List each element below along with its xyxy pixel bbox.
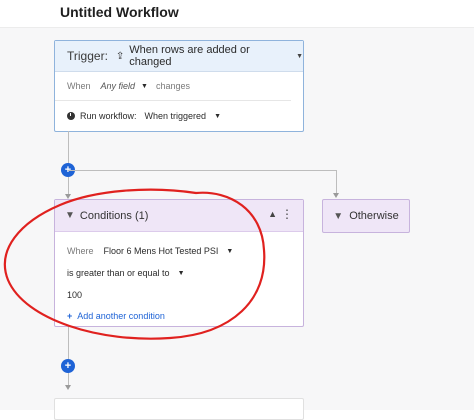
upload-icon: ⇪ — [115, 50, 125, 62]
trigger-label: Trigger: — [67, 49, 108, 63]
run-workflow-row: Run workflow: When triggered ▼ — [55, 101, 303, 131]
conditions-block[interactable]: ▼ Conditions (1) ▲ ⋮ Where Floor 6 Mens … — [54, 199, 304, 327]
connector-line — [336, 170, 337, 194]
chevron-down-icon[interactable]: ▼ — [178, 270, 185, 277]
chevron-down-icon[interactable]: ▼ — [141, 83, 148, 90]
connector-line — [68, 326, 69, 386]
arrow-down-icon — [333, 193, 339, 198]
chevron-down-icon[interactable]: ▼ — [214, 113, 221, 120]
clock-icon — [67, 112, 75, 120]
add-condition-label: Add another condition — [77, 311, 165, 321]
when-label: When — [67, 81, 91, 91]
run-select[interactable]: When triggered — [145, 111, 207, 121]
branch-connector — [68, 170, 336, 171]
trigger-header[interactable]: Trigger: ⇪ When rows are added or change… — [55, 41, 303, 72]
chevron-down-icon[interactable]: ▼ — [296, 53, 303, 60]
add-step-button[interactable]: + — [61, 359, 75, 373]
condition-value-input[interactable]: 100 — [67, 290, 82, 300]
filter-icon: ▼ — [65, 210, 75, 221]
changes-label: changes — [155, 81, 191, 91]
run-label: Run workflow: — [80, 111, 137, 121]
add-condition-link[interactable]: + Add another condition — [55, 306, 303, 326]
filter-icon: ▼ — [333, 210, 344, 222]
condition-operator-row: is greater than or equal to ▼ — [55, 262, 303, 284]
otherwise-title: Otherwise — [349, 210, 399, 222]
trigger-event-select[interactable]: When rows are added or changed — [129, 44, 290, 68]
chevron-up-icon[interactable]: ▲ — [268, 209, 277, 219]
conditions-title: Conditions (1) — [79, 209, 149, 222]
field-select[interactable]: Any field — [101, 81, 136, 91]
connector-line — [68, 177, 69, 195]
trigger-block[interactable]: Trigger: ⇪ When rows are added or change… — [54, 40, 304, 132]
plus-icon: + — [67, 311, 73, 321]
condition-value-row: 100 — [55, 284, 303, 306]
condition-where-row: Where Floor 6 Mens Hot Tested PSI ▼ — [55, 240, 303, 262]
arrow-down-icon — [65, 385, 71, 390]
condition-field-select[interactable]: Floor 6 Mens Hot Tested PSI — [104, 246, 219, 256]
operator-select[interactable]: is greater than or equal to — [67, 268, 170, 278]
kebab-menu-icon[interactable]: ⋮ — [281, 207, 293, 221]
where-label: Where — [67, 246, 94, 256]
trigger-when-row: When Any field ▼ changes — [55, 72, 291, 101]
conditions-header[interactable]: ▼ Conditions (1) ▲ ⋮ — [55, 200, 303, 232]
otherwise-block[interactable]: ▼ Otherwise — [322, 199, 410, 233]
chevron-down-icon[interactable]: ▼ — [226, 248, 233, 255]
next-block[interactable] — [54, 398, 304, 420]
workflow-title: Untitled Workflow — [60, 4, 179, 20]
